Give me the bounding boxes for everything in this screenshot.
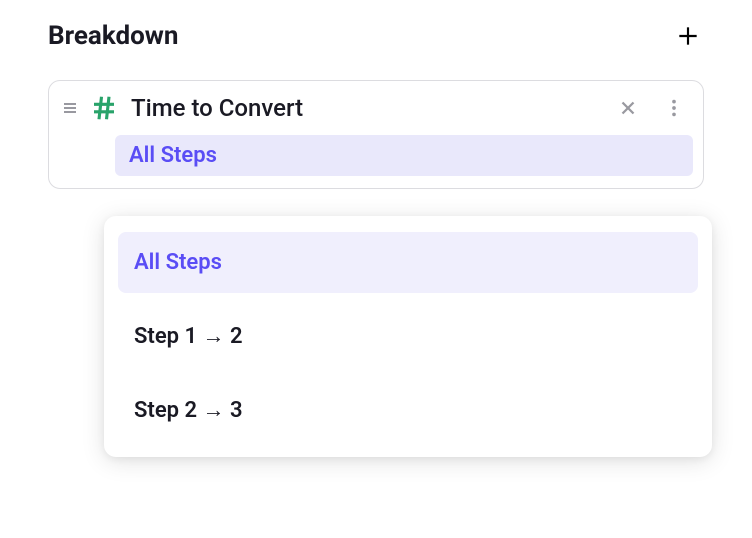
dropdown-item-all-steps[interactable]: All Steps [118,232,698,293]
dropdown-item-step-1-2[interactable]: Step 1 → 2 [118,305,698,367]
drag-handle[interactable] [63,103,77,113]
breakdown-card: Time to Convert All Steps [48,80,704,189]
step-selector[interactable]: All Steps [115,135,693,176]
more-menu-button[interactable] [655,93,693,123]
plus-icon [675,23,701,49]
remove-button[interactable] [613,93,643,123]
card-title: Time to Convert [131,94,601,122]
section-title: Breakdown [48,21,178,51]
hash-icon [89,93,119,123]
more-vertical-icon [663,97,685,119]
section-header: Breakdown [48,20,704,52]
card-header-row: Time to Convert [59,93,693,123]
step-dropdown: All Steps Step 1 → 2 Step 2 → 3 [104,216,712,457]
close-icon [617,97,639,119]
dropdown-item-step-2-3[interactable]: Step 2 → 3 [118,379,698,441]
add-button[interactable] [672,20,704,52]
